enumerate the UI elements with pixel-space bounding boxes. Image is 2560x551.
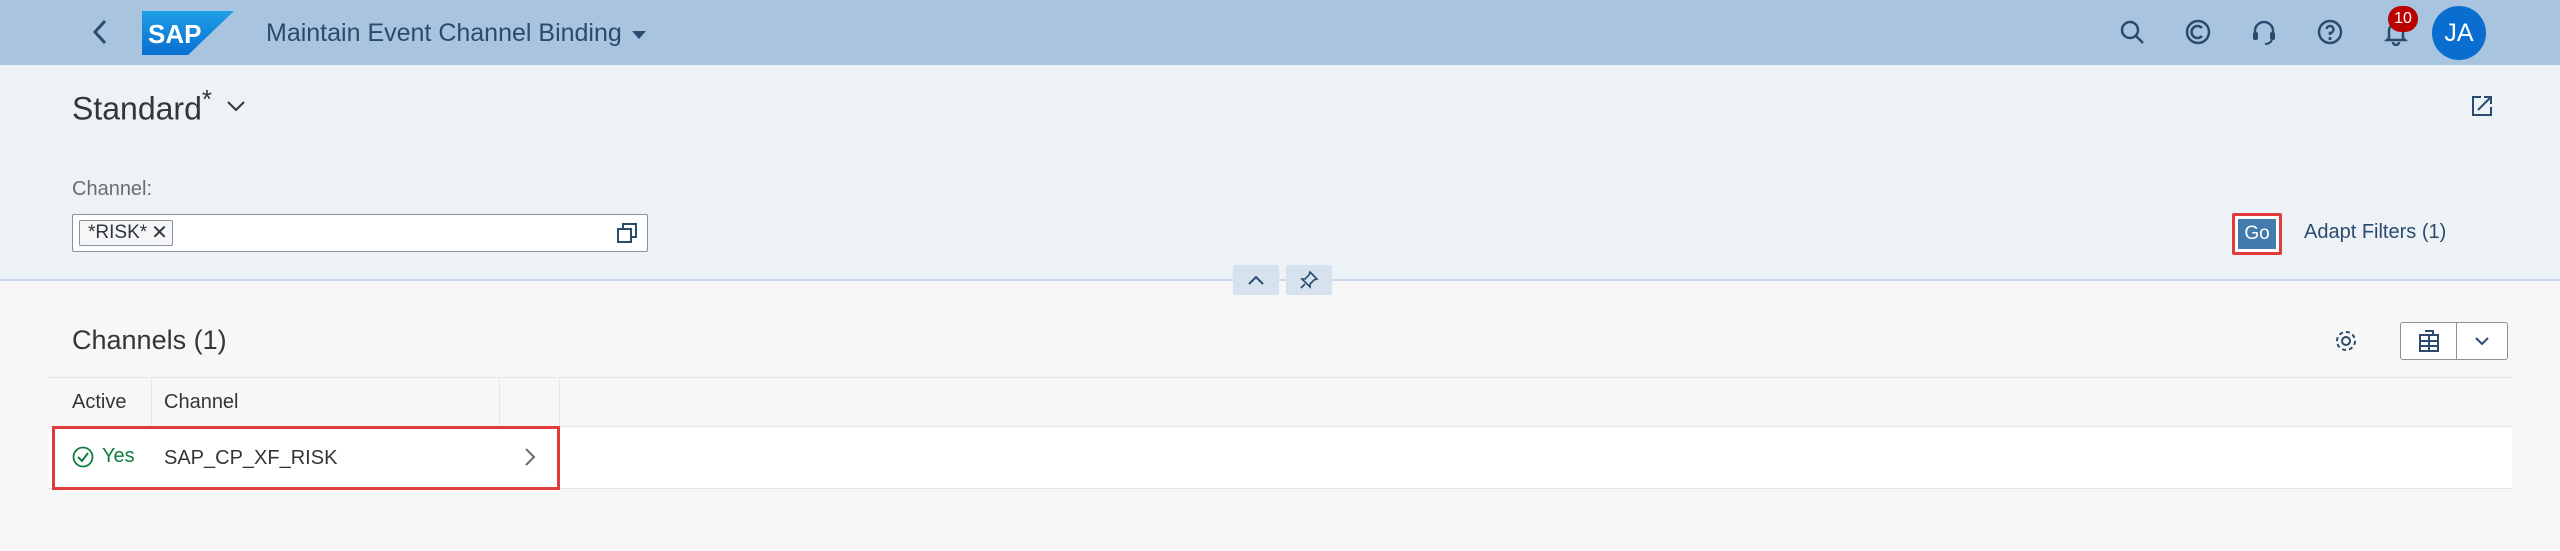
chevron-up-icon [1248, 275, 1264, 285]
share-button[interactable] [2462, 86, 2502, 126]
search-icon [2120, 20, 2144, 44]
logo-text: SAP [148, 19, 201, 49]
app-title: Maintain Event Channel Binding [266, 19, 622, 47]
notification-badge: 10 [2388, 6, 2418, 32]
chevron-down-icon [631, 31, 646, 39]
value-help-icon [617, 223, 637, 243]
gear-icon [2336, 331, 2356, 351]
channel-filter-label: Channel: [72, 178, 153, 200]
value-help-button[interactable] [613, 219, 641, 247]
token-text: *RISK* [88, 222, 148, 243]
chevron-down-icon [2475, 337, 2489, 346]
column-header-navigation [500, 378, 560, 426]
pin-header-button[interactable] [1286, 265, 1332, 295]
search-button[interactable] [2114, 14, 2150, 50]
column-header-active[interactable]: Active [48, 378, 152, 426]
table-settings-button[interactable] [2328, 323, 2364, 359]
go-button[interactable]: Go [2232, 213, 2282, 255]
table-header: Active Channel [48, 377, 2512, 427]
headset-icon [2253, 20, 2275, 45]
share-icon [2472, 96, 2492, 116]
chevron-down-icon [227, 101, 245, 112]
export-options-button[interactable] [2457, 323, 2507, 359]
export-button[interactable] [2401, 323, 2457, 359]
help-icon [2317, 19, 2343, 45]
export-spreadsheet-icon [2418, 330, 2439, 352]
column-header-channel[interactable]: Channel [152, 378, 500, 426]
channel-filter-input[interactable]: *RISK* ✕ [72, 214, 648, 252]
collapse-header-button[interactable] [1233, 265, 1279, 295]
channel-token[interactable]: *RISK* ✕ [79, 220, 173, 246]
sap-logo[interactable]: SAP [142, 11, 234, 55]
copilot-icon [2185, 19, 2211, 45]
back-button[interactable] [84, 16, 116, 48]
help-button[interactable] [2312, 14, 2348, 50]
token-remove-icon[interactable]: ✕ [151, 223, 168, 243]
variant-management[interactable]: Standard* [72, 84, 246, 128]
variant-title: Standard* [72, 84, 212, 127]
adapt-filters-button[interactable]: Adapt Filters (1) [2304, 221, 2446, 244]
shell-bar: SAP Maintain Event Channel Binding 10 JA [0, 0, 2560, 65]
app-title-menu[interactable]: Maintain Event Channel Binding [266, 19, 646, 48]
copilot-button[interactable] [2180, 14, 2216, 50]
go-button-label: Go [2238, 219, 2276, 249]
filter-header: Standard* Channel: *RISK* ✕ Go Adapt Fil… [0, 65, 2560, 295]
export-menu [2400, 322, 2508, 360]
pin-icon [1300, 270, 1319, 289]
channels-table-panel: Channels (1) Active Channel Yes SAP_CP_X… [48, 307, 2512, 551]
table-title: Channels (1) [72, 325, 227, 355]
row-highlight [52, 426, 560, 490]
support-button[interactable] [2246, 14, 2282, 50]
user-avatar[interactable]: JA [2432, 6, 2486, 60]
back-icon [92, 19, 107, 45]
